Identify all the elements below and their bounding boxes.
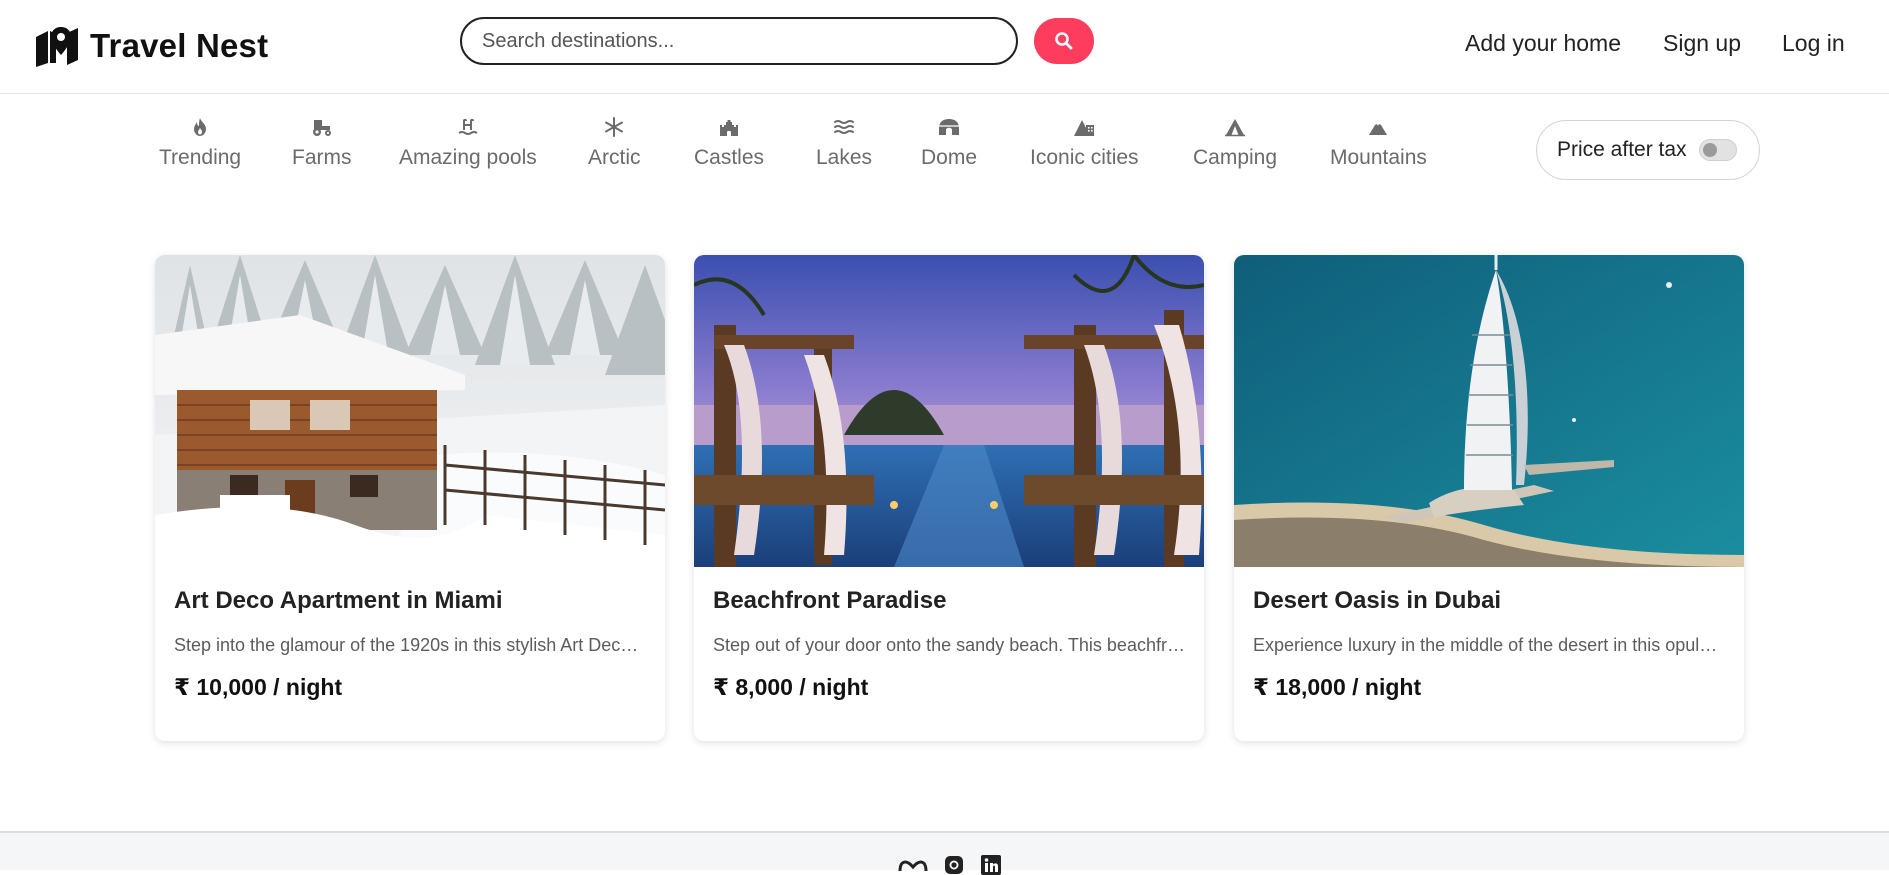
tax-toggle-label: Price after tax [1557,138,1687,161]
brand-logo[interactable]: Travel Nest [34,24,268,68]
search-input[interactable] [460,17,1018,65]
pool-icon [458,118,478,135]
filter-label: Lakes [816,146,873,169]
search-button[interactable] [1034,18,1094,64]
filter-mountains[interactable]: Mountains [1330,116,1427,170]
mountain-icon [1369,120,1388,135]
listing-title: Art Deco Apartment in Miami [174,587,503,614]
listing-price: ₹ 8,000 / night [713,674,869,700]
listing-card[interactable]: Art Deco Apartment in Miami Step into th… [155,255,665,741]
sign-up-link[interactable]: Sign up [1663,30,1741,57]
filter-label: Castles [694,146,765,169]
burj-al-arab-aerial-photo [1234,255,1744,567]
listing-card[interactable]: Desert Oasis in Dubai Experience luxury … [1234,255,1744,741]
add-your-home-link[interactable]: Add your home [1465,30,1621,57]
filter-arctic[interactable]: Arctic [588,116,641,170]
filter-label: Mountains [1330,146,1427,169]
filter-label: Arctic [588,146,641,169]
filter-label: Iconic cities [1030,146,1139,169]
filter-label: Dome [921,146,978,169]
switch-knob [1702,143,1717,157]
tractor-icon [312,120,331,136]
city-icon [1074,120,1095,136]
listing-description: Experience luxury in the middle of the d… [1253,635,1725,655]
filter-farms[interactable]: Farms [292,116,352,170]
linkedin-icon[interactable] [981,855,1001,875]
filter-castles[interactable]: Castles [694,116,764,170]
filter-dome[interactable]: Dome [921,116,977,170]
map-pin-icon [36,27,78,67]
listing-card[interactable]: Beachfront Paradise Step out of your doo… [694,255,1204,741]
filter-trending[interactable]: Trending [159,116,241,170]
infinity-pool-sunset-photo [694,255,1204,567]
listing-price: ₹ 10,000 / night [174,674,343,700]
snowy-chalet-photo [155,255,665,567]
filter-label: Trending [159,146,242,169]
filter-label: Camping [1193,146,1278,169]
listing-title: Desert Oasis in Dubai [1253,587,1502,614]
castle-icon [720,120,739,136]
instagram-icon[interactable] [944,855,964,875]
listing-title: Beachfront Paradise [713,587,947,614]
fire-icon [194,118,207,136]
brand-name: Travel Nest [90,27,269,64]
water-icon [834,120,855,134]
log-in-link[interactable]: Log in [1782,30,1845,57]
igloo-icon [939,119,960,135]
price-after-tax-toggle[interactable]: Price after tax [1536,120,1760,180]
tax-switch[interactable] [1698,139,1737,161]
meta-icon[interactable] [897,855,929,875]
filter-camping[interactable]: Camping [1193,116,1277,170]
snowflake-icon [605,117,624,137]
tent-icon [1225,119,1246,137]
filter-amazing-pools[interactable]: Amazing pools [399,116,537,170]
navbar: Travel Nest Add your home Sign up Log in [0,0,1889,94]
search-icon [1055,32,1073,50]
filter-iconic-cities[interactable]: Iconic cities [1030,116,1139,170]
filter-label: Farms [292,146,352,169]
filter-label: Amazing pools [399,146,537,169]
footer [0,831,1889,875]
listing-description: Step out of your door onto the sandy bea… [713,635,1185,655]
listing-price: ₹ 18,000 / night [1253,674,1422,700]
listing-description: Step into the glamour of the 1920s in th… [174,635,646,655]
filter-lakes[interactable]: Lakes [816,116,872,170]
